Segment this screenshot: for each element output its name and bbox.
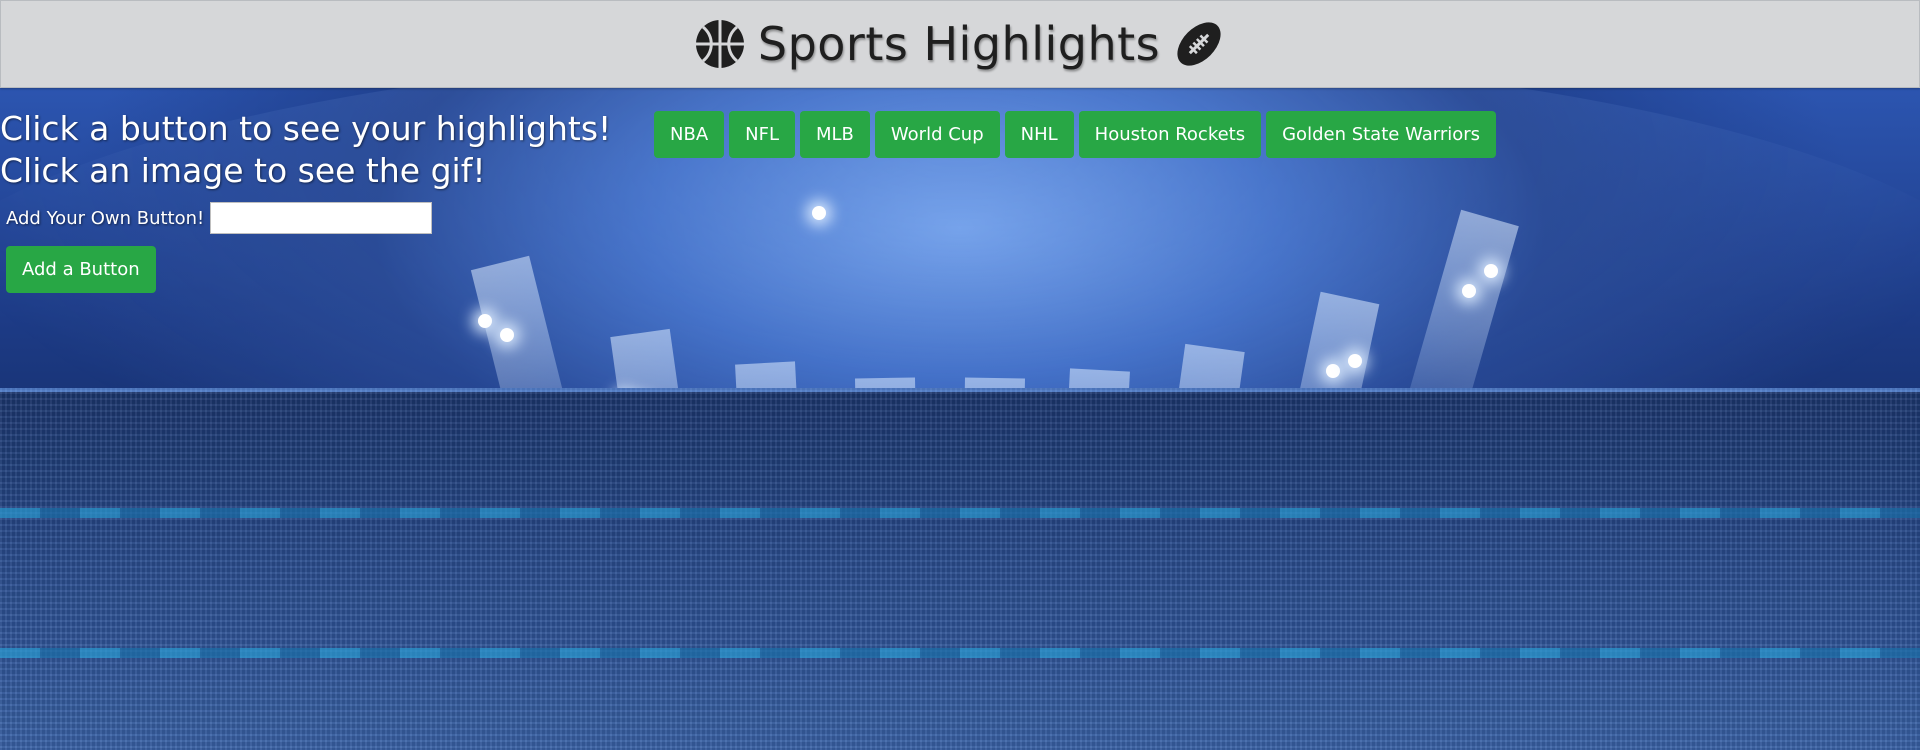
add-button-form: Add Your Own Button! [6,202,433,234]
header-title-group: Sports Highlights [694,17,1226,71]
football-icon [1177,22,1221,66]
add-button-label: Add Your Own Button! [6,207,205,229]
basketball-icon [695,20,744,68]
page-title: Sports Highlights [757,17,1161,71]
new-button-input[interactable] [210,202,433,234]
add-a-button-button[interactable]: Add a Button [6,246,156,293]
topic-button-nba[interactable]: NBA [654,111,725,158]
topic-buttons: NBA NFL MLB World Cup NHL Houston Rocket… [654,111,1497,158]
topic-button-mlb[interactable]: MLB [800,111,870,158]
topic-button-world-cup[interactable]: World Cup [874,111,1000,158]
instruction-line-2: Click an image to see the gif! [0,151,486,190]
main-content: Click a button to see your highlights! C… [0,88,1920,750]
topic-button-nfl[interactable]: NFL [729,111,795,158]
instructions: Click a button to see your highlights! C… [0,108,640,192]
topic-button-golden-state-warriors[interactable]: Golden State Warriors [1266,111,1497,158]
page-header: Sports Highlights [0,0,1920,88]
topic-button-nhl[interactable]: NHL [1004,111,1074,158]
instruction-line-1: Click a button to see your highlights! [0,109,612,148]
topic-button-houston-rockets[interactable]: Houston Rockets [1078,111,1262,158]
